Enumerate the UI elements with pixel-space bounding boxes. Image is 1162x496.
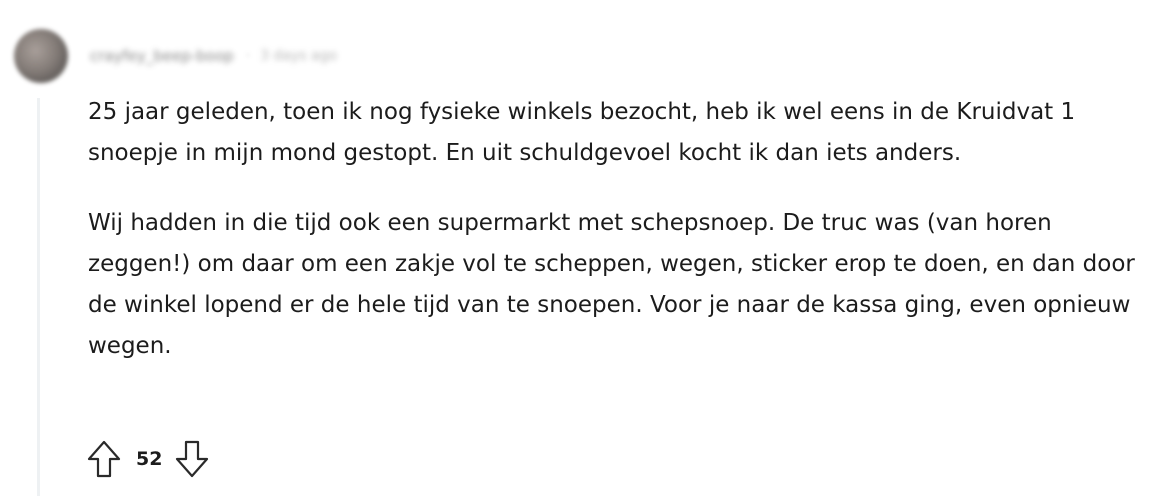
comment-header: crayfey_beep-boop · 3 days ago: [14, 24, 337, 88]
comment-paragraph-2: Wij hadden in die tijd ook een supermark…: [88, 210, 1135, 359]
vote-bar: 52: [86, 438, 210, 480]
upvote-icon[interactable]: [86, 439, 122, 479]
comment: crayfey_beep-boop · 3 days ago 25 jaar g…: [0, 0, 1162, 496]
comment-body: 25 jaar geleden, toen ik nog fysieke win…: [88, 92, 1148, 396]
separator-dot: ·: [245, 48, 251, 64]
avatar[interactable]: [14, 29, 68, 83]
downvote-icon[interactable]: [174, 439, 210, 479]
thread-line[interactable]: [37, 98, 40, 496]
comment-paragraph-1: 25 jaar geleden, toen ik nog fysieke win…: [88, 99, 1076, 166]
vote-score: 52: [136, 448, 163, 470]
username[interactable]: crayfey_beep-boop: [90, 47, 234, 65]
timestamp[interactable]: 3 days ago: [260, 48, 337, 64]
